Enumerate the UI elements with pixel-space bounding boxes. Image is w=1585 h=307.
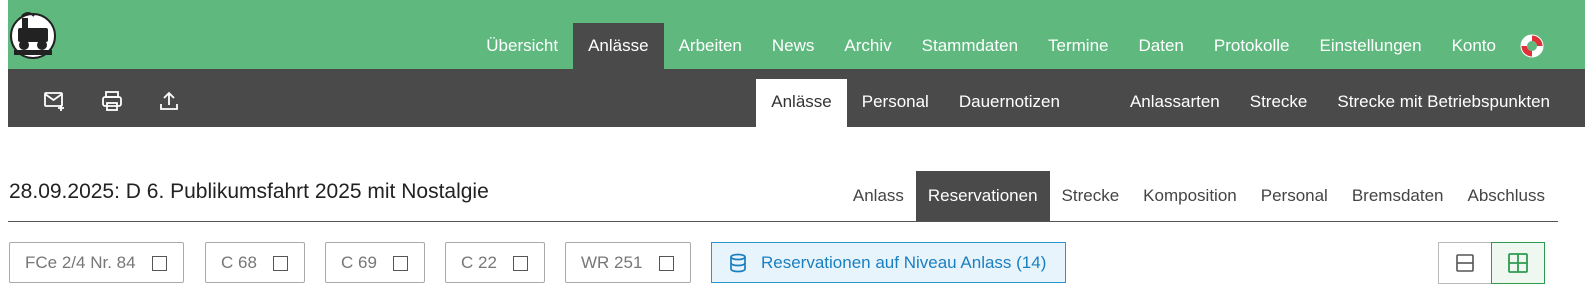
sub-navigation: Anlässe Personal Dauernotizen Anlassarte… — [756, 79, 1565, 127]
tab-abschluss[interactable]: Abschluss — [1456, 171, 1557, 221]
subnav-anlassarten[interactable]: Anlassarten — [1115, 79, 1235, 127]
upload-icon[interactable] — [158, 90, 180, 112]
vehicle-filter-c69[interactable]: C 69 — [325, 242, 425, 283]
checkbox[interactable] — [152, 256, 167, 271]
event-tabs: Anlass Reservationen Strecke Komposition… — [841, 171, 1557, 221]
nav-daten[interactable]: Daten — [1124, 23, 1199, 69]
database-icon — [728, 253, 748, 273]
main-menu: Übersicht Anlässe Arbeiten News Archiv S… — [471, 23, 1565, 69]
grid-view-icon[interactable] — [1491, 242, 1545, 284]
tab-reservationen[interactable]: Reservationen — [915, 171, 1050, 221]
nav-anlaesse[interactable]: Anlässe — [573, 23, 664, 69]
checkbox[interactable] — [659, 256, 674, 271]
checkbox[interactable] — [393, 256, 408, 271]
nav-einstellungen[interactable]: Einstellungen — [1304, 23, 1436, 69]
subnav-personal[interactable]: Personal — [847, 79, 944, 127]
vehicle-filter-wr251[interactable]: WR 251 — [565, 242, 691, 283]
vehicle-filter-label: FCe 2/4 Nr. 84 — [25, 252, 136, 272]
mail-plus-icon[interactable] — [44, 90, 66, 112]
nav-archiv[interactable]: Archiv — [829, 23, 906, 69]
tab-komposition[interactable]: Komposition — [1131, 171, 1249, 221]
single-view-icon[interactable] — [1438, 242, 1492, 284]
tab-bremsdaten[interactable]: Bremsdaten — [1340, 171, 1456, 221]
subnav-dauernotizen[interactable]: Dauernotizen — [944, 79, 1075, 127]
reservations-event-level-button[interactable]: Reservationen auf Niveau Anlass (14) — [711, 242, 1066, 283]
vehicle-filter-label: C 22 — [461, 252, 497, 272]
subnav-spacer — [1075, 79, 1115, 127]
subnav-anlaesse[interactable]: Anlässe — [756, 79, 847, 127]
nav-termine[interactable]: Termine — [1033, 23, 1123, 69]
print-icon[interactable] — [101, 90, 123, 112]
nav-protokolle[interactable]: Protokolle — [1199, 23, 1305, 69]
vehicle-filter-fce-84[interactable]: FCe 2/4 Nr. 84 — [9, 242, 184, 283]
vehicle-filter-label: C 69 — [341, 252, 377, 272]
subnav-strecke[interactable]: Strecke — [1235, 79, 1323, 127]
page-title: 28.09.2025: D 6. Publikumsfahrt 2025 mit… — [9, 180, 489, 203]
nav-arbeiten[interactable]: Arbeiten — [664, 23, 757, 69]
vehicle-filter-label: C 68 — [221, 252, 257, 272]
nav-uebersicht[interactable]: Übersicht — [471, 23, 573, 69]
checkbox[interactable] — [513, 256, 528, 271]
tab-anlass[interactable]: Anlass — [841, 171, 916, 221]
checkbox[interactable] — [273, 256, 288, 271]
reservations-button-label: Reservationen auf Niveau Anlass (14) — [761, 252, 1047, 272]
logo-locomotive-icon[interactable] — [8, 8, 58, 60]
vehicle-filter-c22[interactable]: C 22 — [445, 242, 545, 283]
nav-stammdaten[interactable]: Stammdaten — [907, 23, 1033, 69]
vehicle-filter-c68[interactable]: C 68 — [205, 242, 305, 283]
tab-personal[interactable]: Personal — [1249, 171, 1340, 221]
nav-konto[interactable]: Konto — [1437, 23, 1511, 69]
subnav-strecke-betriebspunkte[interactable]: Strecke mit Betriebspunkten — [1322, 79, 1565, 127]
vehicle-filter-label: WR 251 — [581, 252, 643, 272]
lifebuoy-icon[interactable] — [1511, 23, 1565, 69]
top-navigation-bar: Übersicht Anlässe Arbeiten News Archiv S… — [8, 0, 1585, 69]
nav-news[interactable]: News — [757, 23, 830, 69]
toolbar: Anlässe Personal Dauernotizen Anlassarte… — [8, 69, 1585, 127]
divider — [8, 221, 1558, 222]
tab-strecke[interactable]: Strecke — [1050, 171, 1132, 221]
